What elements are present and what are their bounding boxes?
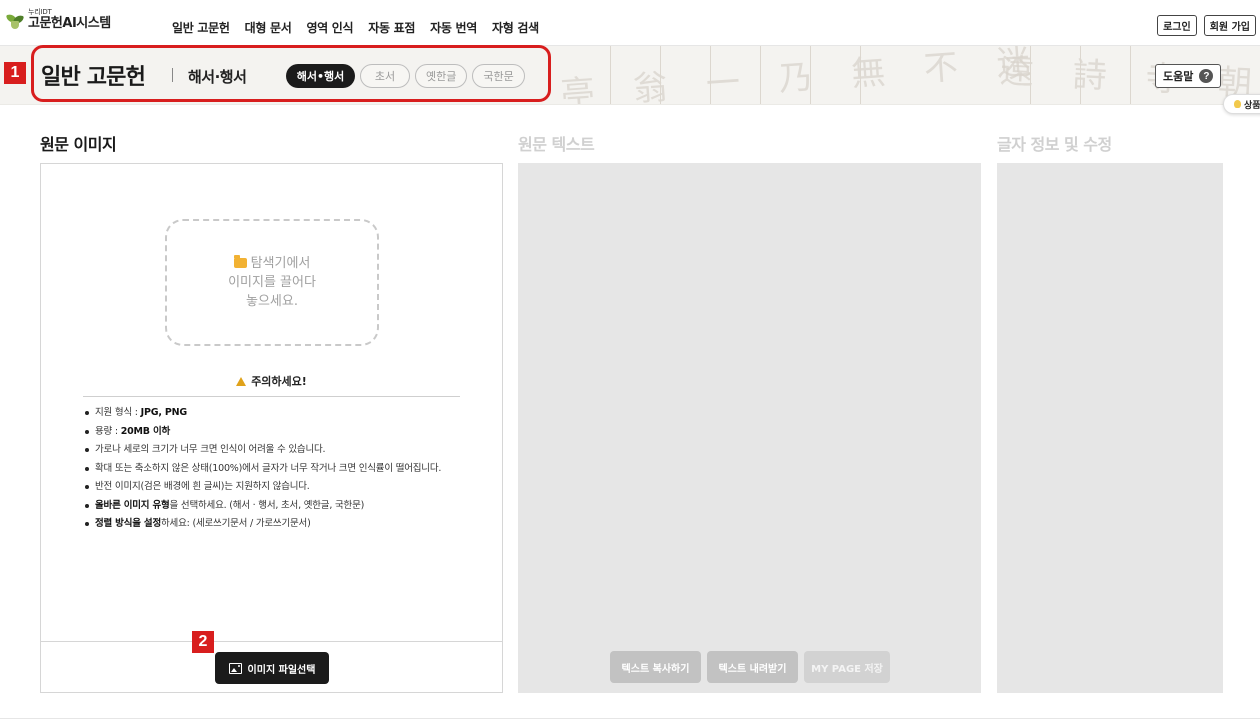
side-product-tab[interactable]: 상품 xyxy=(1223,94,1260,114)
image-dropzone[interactable]: 탐색기에서 이미지를 끌어다 놓으세요. xyxy=(165,219,379,346)
original-text-panel: 텍스트 복사하기 텍스트 내려받기 MY PAGE 저장 xyxy=(518,163,981,693)
file-select-label: 이미지 파일선택 xyxy=(247,664,316,676)
pill-korean-chinese-mixed[interactable]: 국한문 xyxy=(472,64,525,88)
copy-text-button[interactable]: 텍스트 복사하기 xyxy=(610,651,701,683)
list-item: 가로나 세로의 크기가 너무 크면 인식이 어려울 수 있습니다. xyxy=(83,441,460,460)
original-text-title: 원문 텍스트 xyxy=(518,135,595,154)
calligraphy-background-left: 亭 翁 一 乃 無 不 迷 xyxy=(559,46,1046,105)
dropzone-line-3: 놓으세요. xyxy=(246,294,298,309)
image-panel-footer: 이미지 파일선택 xyxy=(41,641,502,693)
notice-list: 지원 형식 : JPG, PNG 용량 : 20MB 이하 가로나 세로의 크기… xyxy=(83,404,460,534)
pill-old-hangul[interactable]: 옛한글 xyxy=(415,64,468,88)
glyph-info-panel xyxy=(997,163,1223,693)
folder-icon xyxy=(233,255,247,268)
notice-title: 주의하세요! xyxy=(251,375,307,388)
list-item: 확대 또는 축소하지 않은 상태(100%)에서 글자가 너무 작거나 크면 인… xyxy=(83,460,460,479)
main-menu: 일반 고문헌 대형 문서 영역 인식 자동 표점 자동 번역 자형 검색 xyxy=(172,19,554,36)
pill-haeseo-haengseo[interactable]: 해서•행서 xyxy=(286,64,355,88)
footer-divider xyxy=(0,718,1260,719)
question-mark-icon: ? xyxy=(1199,69,1214,83)
image-file-icon xyxy=(228,662,242,674)
warning-icon xyxy=(236,376,247,386)
dropzone-line-1: 탐색기에서 xyxy=(250,256,311,271)
list-item: 용량 : 20MB 이하 xyxy=(83,423,460,442)
menu-item-large-document[interactable]: 대형 문서 xyxy=(245,19,292,36)
script-type-selector: 해서•행서 초서 옛한글 국한문 xyxy=(286,64,525,88)
menu-item-auto-punctuation[interactable]: 자동 표점 xyxy=(368,19,415,36)
original-image-title: 원문 이미지 xyxy=(40,135,117,154)
upload-notice: 주의하세요! 지원 형식 : JPG, PNG 용량 : 20MB 이하 가로나… xyxy=(83,373,460,534)
dropzone-line-2: 이미지를 끌어다 xyxy=(228,275,316,290)
annotation-marker-1: 1 xyxy=(4,62,26,84)
brand-company: 누리IDT xyxy=(28,8,52,16)
annotation-marker-2: 2 xyxy=(192,631,214,653)
brand-logo[interactable]: 누리IDT 고문헌AI시스템 xyxy=(5,8,111,31)
image-file-select-button[interactable]: 이미지 파일선택 xyxy=(215,652,329,684)
list-item: 정렬 방식을 설정하세요: (세로쓰기문서 / 가로쓰기문서) xyxy=(83,515,460,534)
top-navigation: 누리IDT 고문헌AI시스템 일반 고문헌 대형 문서 영역 인식 자동 표점 … xyxy=(0,0,1260,46)
page-title: 일반 고문헌 xyxy=(41,65,146,90)
menu-item-region-recognition[interactable]: 영역 인식 xyxy=(306,19,353,36)
title-divider xyxy=(172,68,173,82)
list-item: 지원 형식 : JPG, PNG xyxy=(83,404,460,423)
list-item: 올바른 이미지 유형을 선택하세요. (해서 · 행서, 초서, 옛한글, 국한… xyxy=(83,497,460,516)
mypage-save-button[interactable]: MY PAGE 저장 xyxy=(804,651,890,683)
auth-buttons: 로그인 회원 가입 xyxy=(1157,15,1256,36)
side-tab-label: 상품 xyxy=(1244,100,1260,111)
menu-item-glyph-search[interactable]: 자형 검색 xyxy=(492,19,539,36)
brand-name: 고문헌AI시스템 xyxy=(28,16,111,31)
leaf-logo-icon xyxy=(5,12,25,30)
lightbulb-icon xyxy=(1234,100,1241,108)
menu-item-general[interactable]: 일반 고문헌 xyxy=(172,19,230,36)
menu-item-auto-translation[interactable]: 자동 번역 xyxy=(430,19,477,36)
login-button[interactable]: 로그인 xyxy=(1157,15,1197,36)
original-image-panel: 탐색기에서 이미지를 끌어다 놓으세요. 주의하세요! 지원 형식 : JPG,… xyxy=(40,163,503,693)
glyph-info-title: 글자 정보 및 수정 xyxy=(997,135,1112,154)
list-item: 반전 이미지(검은 배경에 흰 글씨)는 지원하지 않습니다. xyxy=(83,478,460,497)
pill-choseo[interactable]: 초서 xyxy=(360,64,410,88)
download-text-button[interactable]: 텍스트 내려받기 xyxy=(707,651,798,683)
text-actions: 텍스트 복사하기 텍스트 내려받기 MY PAGE 저장 xyxy=(610,651,890,683)
help-button[interactable]: 도움말 ? xyxy=(1155,64,1222,88)
help-label: 도움말 xyxy=(1163,70,1194,83)
signup-button[interactable]: 회원 가입 xyxy=(1203,15,1256,36)
page-subtitle: 해서·행서 xyxy=(188,68,247,86)
